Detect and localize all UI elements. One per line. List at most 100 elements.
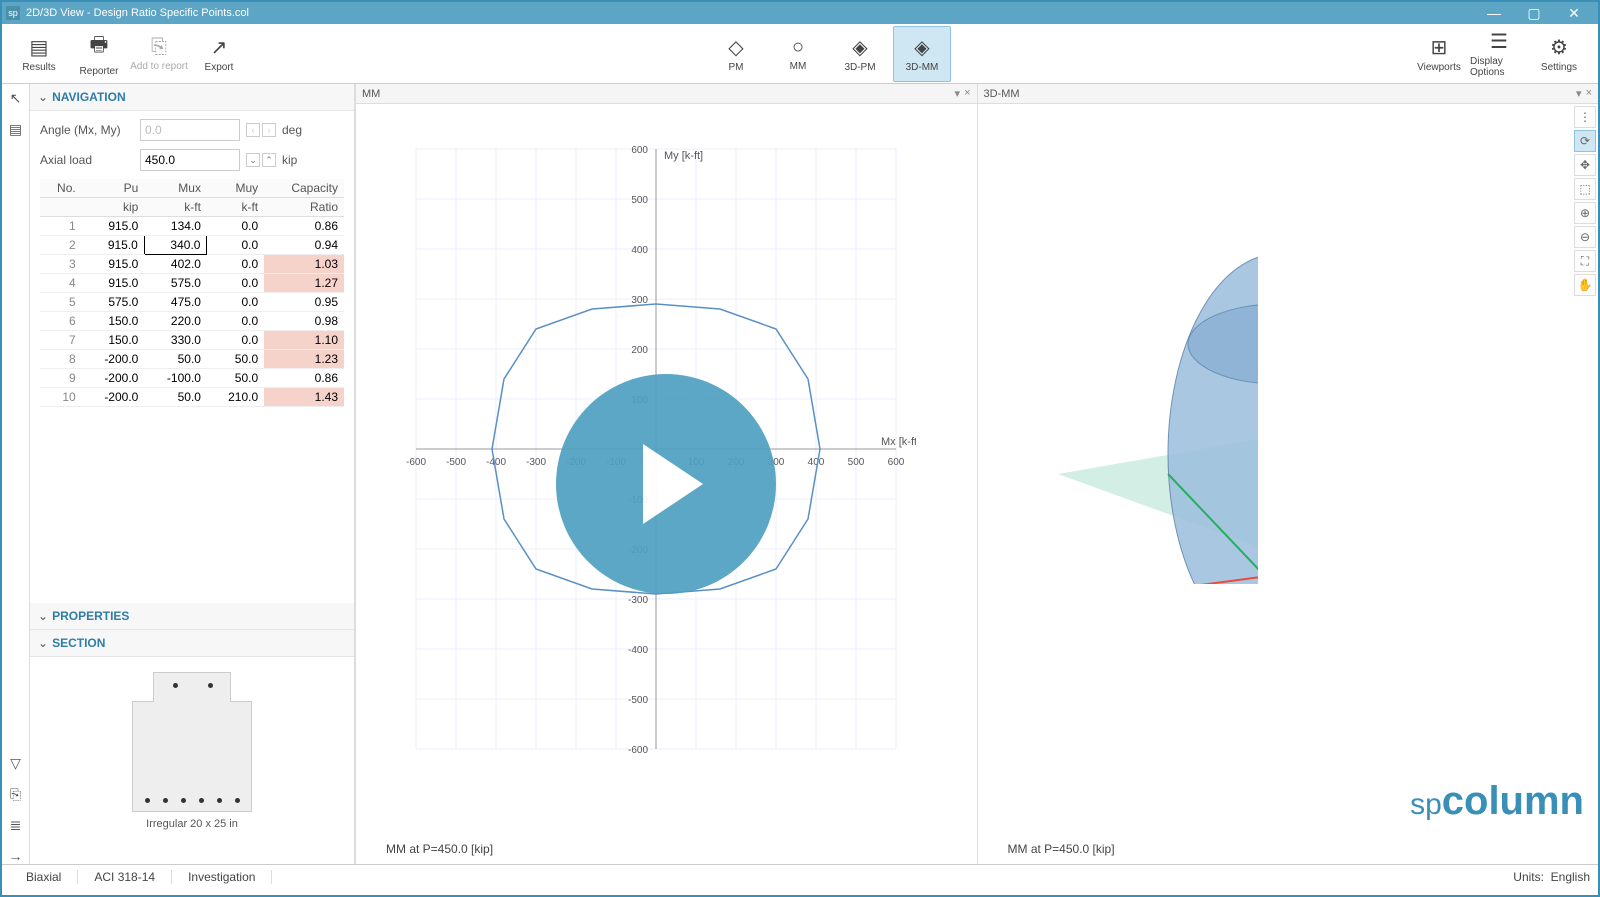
orbit-icon[interactable]: ⟳ bbox=[1574, 130, 1596, 152]
mm3d-button[interactable]: ◈3D-MM bbox=[893, 26, 951, 82]
table-row[interactable]: 1915.0134.00.00.86 bbox=[40, 217, 344, 236]
table-row[interactable]: 7150.0330.00.01.10 bbox=[40, 331, 344, 350]
mm3d-pane: 3D-MM ▾ × ⋮ ⟳ ✥ ⬚ ⊕ ⊖ ⛶ ✋ bbox=[977, 84, 1599, 864]
unit-cap: Ratio bbox=[264, 198, 344, 217]
settings-button[interactable]: ⚙Settings bbox=[1530, 26, 1588, 82]
table-row[interactable]: 10-200.050.0210.01.43 bbox=[40, 388, 344, 407]
angle-input bbox=[140, 119, 240, 141]
pm-label: PM bbox=[729, 62, 744, 73]
angle-prev-icon: ‹ bbox=[246, 123, 260, 137]
table-row[interactable]: 4915.0575.00.01.27 bbox=[40, 274, 344, 293]
hand-icon[interactable]: ✋ bbox=[1574, 274, 1596, 296]
angle-next-icon: › bbox=[262, 123, 276, 137]
play-button[interactable] bbox=[556, 374, 776, 594]
fit-icon[interactable]: ⛶ bbox=[1574, 250, 1596, 272]
reporter-button[interactable]: 🖶Reporter bbox=[70, 26, 128, 82]
view-menu-icon[interactable]: ⋮ bbox=[1574, 106, 1596, 128]
col-cap: Capacity bbox=[264, 179, 344, 198]
pm3d-button[interactable]: ◈3D-PM bbox=[831, 26, 889, 82]
note-tool-icon[interactable]: ▤ bbox=[9, 121, 22, 138]
unit-pu: kip bbox=[82, 198, 145, 217]
col-muy: Muy bbox=[207, 179, 264, 198]
section-label: Irregular 20 x 25 in bbox=[146, 818, 238, 830]
pane-menu-icon[interactable]: ▾ bbox=[955, 87, 961, 100]
status-mode: Investigation bbox=[172, 870, 272, 884]
loads-table: No. Pu Mux Muy Capacity kip k-ft k-ft Ra… bbox=[40, 179, 344, 407]
viewports-label: Viewports bbox=[1417, 62, 1461, 73]
zoom-in-icon[interactable]: ⊕ bbox=[1574, 202, 1596, 224]
svg-text:-500: -500 bbox=[628, 695, 648, 706]
xlabel: Mx [k-ft] bbox=[881, 436, 916, 448]
mm3d-caption: MM at P=450.0 [kip] bbox=[1008, 842, 1115, 856]
unit-muy: k-ft bbox=[207, 198, 264, 217]
units-value: English bbox=[1551, 870, 1590, 884]
section-title: SECTION bbox=[52, 636, 105, 650]
section-header[interactable]: ⌄SECTION bbox=[30, 630, 354, 657]
svg-text:-600: -600 bbox=[406, 457, 426, 468]
logo-sp: sp bbox=[1410, 788, 1442, 821]
results-button[interactable]: ▤Results bbox=[10, 26, 68, 82]
select3d-icon[interactable]: ⬚ bbox=[1574, 178, 1596, 200]
axial-label: Axial load bbox=[40, 153, 140, 167]
mm3d-chart bbox=[998, 164, 1258, 584]
svg-text:-300: -300 bbox=[526, 457, 546, 468]
navigation-header[interactable]: ⌄NAVIGATION bbox=[30, 84, 354, 111]
addto-label: Add to report bbox=[130, 61, 188, 72]
properties-header[interactable]: ⌄PROPERTIES bbox=[30, 603, 354, 630]
svg-text:-500: -500 bbox=[446, 457, 466, 468]
table-row[interactable]: 8-200.050.050.01.23 bbox=[40, 350, 344, 369]
mm3d-pane-title: 3D-MM bbox=[984, 88, 1020, 100]
table-row[interactable]: 5575.0475.00.00.95 bbox=[40, 293, 344, 312]
display-options-button[interactable]: ☰Display Options bbox=[1470, 26, 1528, 82]
svg-text:600: 600 bbox=[631, 145, 648, 156]
ribbon: ▤Results 🖶Reporter ⎘Add to report ↗Expor… bbox=[2, 24, 1598, 84]
table-row[interactable]: 9-200.0-100.050.00.86 bbox=[40, 369, 344, 388]
axial-unit: kip bbox=[282, 153, 310, 167]
viewports-button[interactable]: ⊞Viewports bbox=[1410, 26, 1468, 82]
copy-icon[interactable]: ⎘ bbox=[10, 786, 21, 803]
zoom-out-icon[interactable]: ⊖ bbox=[1574, 226, 1596, 248]
axial-input[interactable] bbox=[140, 149, 240, 171]
display-label: Display Options bbox=[1470, 56, 1528, 78]
svg-text:500: 500 bbox=[848, 457, 865, 468]
pane3d-close-icon[interactable]: × bbox=[1586, 87, 1592, 100]
svg-text:600: 600 bbox=[888, 457, 905, 468]
minimize-button[interactable]: — bbox=[1474, 5, 1514, 22]
cursor-tool-icon[interactable]: ↖ bbox=[10, 90, 22, 107]
pm-button[interactable]: ◇PM bbox=[707, 26, 765, 82]
units-label: Units: bbox=[1513, 870, 1544, 884]
pan3d-icon[interactable]: ✥ bbox=[1574, 154, 1596, 176]
pane3d-menu-icon[interactable]: ▾ bbox=[1576, 87, 1582, 100]
table-row[interactable]: 6150.0220.00.00.98 bbox=[40, 312, 344, 331]
axial-down-icon[interactable]: ⌄ bbox=[246, 153, 260, 167]
list-icon[interactable]: ≣ bbox=[10, 817, 22, 834]
table-row[interactable]: 2915.0340.00.00.94 bbox=[40, 236, 344, 255]
add-to-report-button: ⎘Add to report bbox=[130, 26, 188, 82]
col-pu: Pu bbox=[82, 179, 145, 198]
svg-text:200: 200 bbox=[631, 345, 648, 356]
svg-text:-300: -300 bbox=[628, 595, 648, 606]
col-no: No. bbox=[40, 179, 82, 198]
mm-label: MM bbox=[790, 61, 807, 72]
window-title: 2D/3D View - Design Ratio Specific Point… bbox=[26, 7, 249, 19]
mm-button[interactable]: ○MM bbox=[769, 26, 827, 82]
angle-label: Angle (Mx, My) bbox=[40, 123, 140, 137]
arrow-icon[interactable]: → bbox=[9, 848, 23, 864]
export-button[interactable]: ↗Export bbox=[190, 26, 248, 82]
axial-up-icon[interactable]: ⌃ bbox=[262, 153, 276, 167]
side-panel: ⌄NAVIGATION Angle (Mx, My) ‹› deg Axial … bbox=[30, 84, 355, 864]
col-mux: Mux bbox=[144, 179, 207, 198]
nav-title: NAVIGATION bbox=[52, 90, 126, 104]
svg-text:-400: -400 bbox=[486, 457, 506, 468]
filter-icon[interactable]: ▽ bbox=[10, 755, 21, 772]
maximize-button[interactable]: ▢ bbox=[1514, 5, 1554, 22]
ylabel: My [k-ft] bbox=[664, 150, 703, 162]
close-button[interactable]: ✕ bbox=[1554, 5, 1594, 22]
settings-label: Settings bbox=[1541, 62, 1577, 73]
mm-pane-title: MM bbox=[362, 88, 380, 100]
status-code: ACI 318-14 bbox=[78, 870, 172, 884]
mm-pane: MM ▾× Mx [k-ft] My [k-ft] -600 -500 -400 -3… bbox=[355, 84, 977, 864]
left-rail: ↖ ▤ ▽ ⎘ ≣ → bbox=[2, 84, 30, 864]
pane-close-icon[interactable]: × bbox=[964, 87, 970, 100]
table-row[interactable]: 3915.0402.00.01.03 bbox=[40, 255, 344, 274]
